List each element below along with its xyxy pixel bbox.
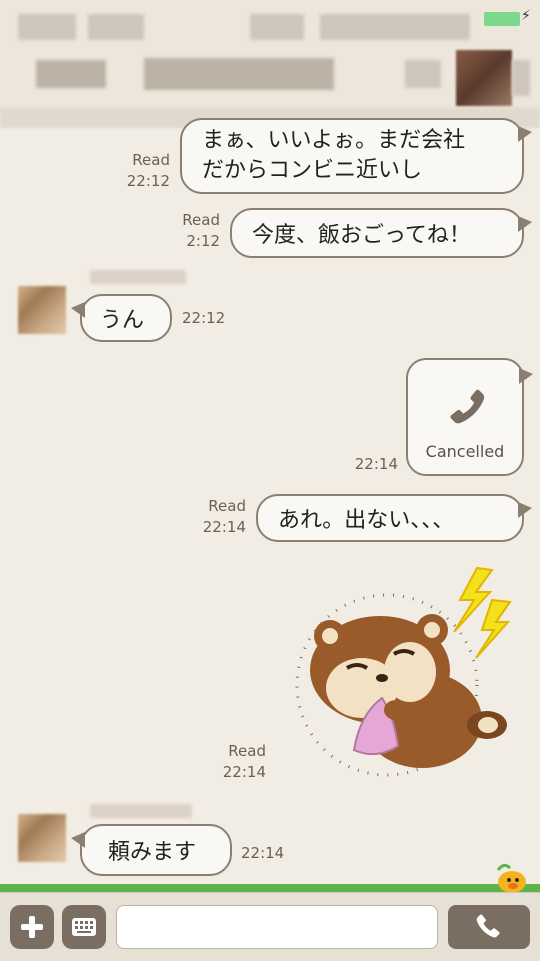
phone-icon xyxy=(450,389,485,424)
message-time: 2:12 xyxy=(186,232,220,250)
chat-header: ⚡ xyxy=(0,0,540,128)
message-text: あれ。出ない、、、 xyxy=(278,508,455,533)
message-meta: Read 22:14 xyxy=(208,741,266,783)
bird-character-icon xyxy=(496,863,526,893)
message-text: 頼みます xyxy=(108,840,197,865)
message-meta: Read 22:12 xyxy=(112,150,170,192)
message-time: 22:14 xyxy=(354,455,398,473)
input-bar xyxy=(0,892,540,961)
read-receipt: Read xyxy=(132,151,170,169)
message-time: 22:12 xyxy=(182,309,226,327)
chat-title-blur xyxy=(144,58,334,90)
message-bubble[interactable]: まぁ、いいよぉ。まだ会社 だからコンビニ近いし xyxy=(180,118,532,194)
contact-avatar[interactable] xyxy=(18,814,66,862)
back-button-blur[interactable] xyxy=(36,60,106,88)
message-input[interactable] xyxy=(116,905,438,949)
read-receipt: Read xyxy=(228,742,266,760)
message-text: だからコンビニ近いし xyxy=(202,158,423,183)
status-bar-blur xyxy=(18,14,76,40)
contact-name-blur xyxy=(90,804,192,818)
read-receipt: Read xyxy=(182,211,220,229)
message-bubble[interactable]: あれ。出ない、、、 xyxy=(256,494,532,542)
message-time: 22:12 xyxy=(126,172,170,190)
call-status: Cancelled xyxy=(425,442,505,461)
message-time: 22:14 xyxy=(222,763,266,781)
add-button[interactable] xyxy=(10,905,54,949)
status-bar-blur xyxy=(88,14,144,40)
message-time: 22:14 xyxy=(202,518,246,536)
grass-decoration xyxy=(0,884,540,892)
keyboard-button[interactable] xyxy=(62,905,106,949)
call-button[interactable] xyxy=(448,905,530,949)
message-time: 22:14 xyxy=(241,844,285,862)
message-meta: Read 22:14 xyxy=(188,496,246,538)
call-bubble[interactable]: Cancelled xyxy=(406,358,533,476)
status-bar-blur xyxy=(250,14,304,40)
battery-icon xyxy=(484,12,520,26)
message-bubble[interactable]: 今度、飯おごってね！ xyxy=(230,208,532,258)
header-menu-blur[interactable] xyxy=(512,60,530,96)
contact-name-blur xyxy=(90,270,186,284)
charging-icon: ⚡ xyxy=(521,8,531,24)
message-meta: Read 2:12 xyxy=(162,210,220,252)
status-bar-blur xyxy=(320,14,470,40)
plus-icon xyxy=(21,916,43,938)
keyboard-icon xyxy=(72,918,96,936)
phone-icon xyxy=(476,914,500,938)
message-bubble[interactable]: うん xyxy=(71,294,172,342)
read-receipt: Read xyxy=(208,497,246,515)
header-avatar[interactable] xyxy=(456,50,512,106)
message-text: 今度、飯おごってね！ xyxy=(252,223,471,248)
message-bubble[interactable]: 頼みます xyxy=(71,824,232,876)
message-text: まぁ、いいよぉ。まだ会社 xyxy=(202,128,466,153)
header-icon-blur[interactable] xyxy=(405,60,441,88)
contact-avatar[interactable] xyxy=(18,286,66,334)
chipmunk-frustrated-sticker[interactable] xyxy=(292,560,522,780)
message-text: うん xyxy=(100,308,145,333)
